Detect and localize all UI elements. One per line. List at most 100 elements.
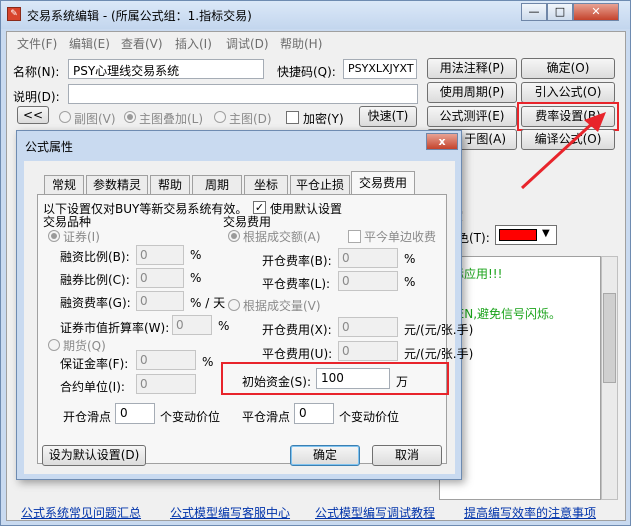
close-today-label: 平今单边收费 [364,230,437,244]
per-lot-prefix: 元/( [404,323,425,337]
shortcut-input[interactable]: PSYXLXJYXT [343,59,417,79]
per-lot-unit: 元/(元/张.手) [404,345,473,362]
by-amount-label: 根据成交额(A) [243,230,321,244]
open-slip-label: 开仓滑点 [63,410,112,424]
code-editor[interactable]: 实际应用!!! OPEN,避免信号闪烁。 [439,256,601,500]
index-calc-input[interactable]: 0 [172,315,212,335]
open-fee-input[interactable]: 0 [338,317,398,337]
by-amount-radio[interactable] [228,230,240,242]
tab-trading-fees[interactable]: 交易费用 [351,171,415,195]
menu-help[interactable]: 帮助(H) [280,35,322,52]
encrypt-label: 加密(Y) [303,112,344,126]
description-input[interactable] [68,84,418,104]
tab-stop-loss[interactable]: 平仓止损 [290,175,350,195]
per-lot-prefix: 元/( [404,347,425,361]
maximize-button[interactable]: □ [547,3,573,21]
dialog-title: 公式属性 [25,140,74,154]
menu-view[interactable]: 查看(V) [121,35,163,52]
tab-general[interactable]: 常规 [44,175,84,195]
minimize-button[interactable]: — [521,3,547,21]
percent-unit: % [202,355,214,369]
set-default-button[interactable]: 设为默认设置(D) [42,445,146,466]
tutorial-link[interactable]: 公式模型编写调试教程 [315,504,435,521]
menu-file[interactable]: 文件(F) [17,35,57,52]
close-rate-input[interactable]: 0 [338,271,398,291]
collapse-button[interactable]: << [17,106,49,124]
faq-link[interactable]: 公式系统常见问题汇总 [21,504,141,521]
margin-buy-input[interactable]: 0 [136,245,184,265]
title-bar: ✎ 交易系统编辑 - (所属公式组：1.指标交易) — □ ✕ [1,1,630,29]
per-lot-unit: 元/(元/张.手) [404,321,473,338]
initial-capital-input[interactable]: 100 [316,368,390,389]
name-label: 名称(N): [13,65,60,79]
percent-unit: % [218,319,230,333]
main-overlay-radio[interactable] [124,111,136,123]
initial-capital-label: 初始资金(S): [242,375,312,389]
sub-chart-label: 副图(V) [74,112,116,126]
tick-unit-label: 个变动价位 [160,410,221,424]
close-today-checkbox[interactable] [348,230,361,243]
usage-notes-button[interactable]: 用法注释(P) [427,58,517,79]
scrollbar-thumb[interactable] [603,293,616,383]
margin-deposit-input[interactable]: 0 [136,350,196,370]
main-overlay-label: 主图叠加(L) [139,112,204,126]
dialog-close-button[interactable]: x [426,133,458,150]
open-slip-input[interactable]: 0 [115,403,155,424]
editor-scrollbar[interactable] [601,256,618,500]
close-fee-label: 平仓费用(U): [262,347,333,361]
futures-label: 期货(Q) [63,339,106,353]
window-title: 交易系统编辑 - (所属公式组：1.指标交易) [27,9,252,23]
usage-period-button[interactable]: 使用周期(P) [427,82,517,103]
close-slip-input[interactable]: 0 [294,403,334,424]
securities-label: 证券(I) [63,230,100,244]
sub-chart-radio[interactable] [59,111,71,123]
futures-radio[interactable] [48,339,60,351]
app-icon: ✎ [7,7,21,21]
tab-axis[interactable]: 坐标 [244,175,288,195]
per-lot-suffix: 元/张.手) [424,347,474,361]
percent-unit: % [404,252,416,266]
per-lot-suffix: 元/张.手) [424,323,474,337]
dialog-ok-button[interactable]: 确定 [290,445,360,466]
close-fee-input[interactable]: 0 [338,341,398,361]
contract-unit-label: 合约单位(I): [60,380,125,394]
efficiency-tips-link[interactable]: 提高编写效率的注意事项 [464,504,596,521]
margin-deposit-label: 保证金率(F): [60,357,129,371]
tab-param-wizard[interactable]: 参数精灵 [86,175,148,195]
formula-evaluation-button[interactable]: 公式测评(E) [427,106,517,127]
tick-unit-label: 个变动价位 [339,410,400,424]
by-volume-radio[interactable] [228,299,240,311]
open-rate-label: 开仓费率(B): [262,254,332,268]
contract-unit-input[interactable]: 0 [136,374,196,394]
support-center-link[interactable]: 公式模型编写客服中心 [170,504,290,521]
arrow-annotation-icon [520,112,606,190]
margin-sell-input[interactable]: 0 [136,268,184,288]
menu-debug[interactable]: 调试(D) [226,35,269,52]
tab-panel-trading-fees: 以下设置仅对BUY等新交易系统有效。 ✓ 使用默认设置 交易品种 证券(I) 融… [37,194,473,464]
import-formula-button[interactable]: 引入公式(O) [521,82,615,103]
main-chart-radio[interactable] [214,111,226,123]
main-chart-label: 主图(D) [229,112,272,126]
quick-button[interactable]: 快速(T) [359,106,417,127]
margin-sell-label: 融券比例(C): [60,273,130,287]
tab-help[interactable]: 帮助 [150,175,190,195]
color-dropdown[interactable]: ▼ [495,225,557,245]
close-button[interactable]: ✕ [573,3,619,21]
menu-edit[interactable]: 编辑(E) [69,35,110,52]
securities-radio[interactable] [48,230,60,242]
ok-button[interactable]: 确定(O) [521,58,615,79]
close-rate-label: 平仓费率(L): [262,277,331,291]
tab-period[interactable]: 周期 [192,175,242,195]
open-rate-input[interactable]: 0 [338,248,398,268]
margin-rate-input[interactable]: 0 [136,291,184,311]
menu-bar: 文件(F) 编辑(E) 查看(V) 插入(I) 调试(D) 帮助(H) [7,32,625,52]
wan-unit: 万 [396,375,409,389]
percent-unit: % [190,271,202,285]
by-volume-label: 根据成交量(V) [243,299,321,313]
dialog-cancel-button[interactable]: 取消 [372,445,442,466]
name-input[interactable]: PSY心理线交易系统 [68,59,264,79]
menu-insert[interactable]: 插入(I) [175,35,212,52]
close-slip-label: 平仓滑点 [242,410,291,424]
encrypt-checkbox[interactable] [286,111,299,124]
margin-rate-label: 融资费率(G): [60,296,131,310]
